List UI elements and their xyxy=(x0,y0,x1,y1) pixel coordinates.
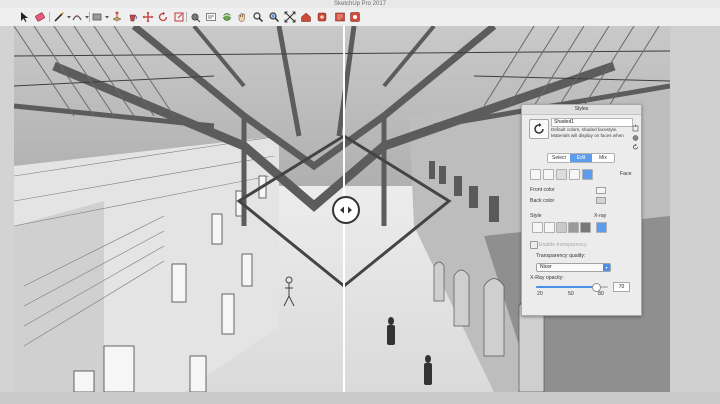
style-thumbnail[interactable] xyxy=(529,119,549,139)
enable-transparency-label: Enable transparency xyxy=(539,242,587,248)
style-description[interactable]: Default colors, shaded facestyle. Materi… xyxy=(551,127,631,138)
left-window-border xyxy=(0,26,14,392)
move-icon[interactable] xyxy=(142,11,154,23)
style-label: Style xyxy=(530,213,542,219)
tape-measure-icon[interactable] xyxy=(190,11,202,23)
tab-select[interactable]: Select xyxy=(548,154,570,162)
pan-hand-icon[interactable] xyxy=(236,11,248,23)
split-compare-handle[interactable] xyxy=(332,196,360,224)
monochrome-style-icon[interactable] xyxy=(580,222,591,233)
xray-toggle-icon[interactable] xyxy=(596,222,607,233)
shaded-style-icon[interactable] xyxy=(556,222,567,233)
shaded-textures-style-icon[interactable] xyxy=(568,222,579,233)
back-color-label: Back color xyxy=(530,198,555,204)
xray-opacity-input[interactable]: 70 xyxy=(613,282,630,292)
tab-edit[interactable]: Edit xyxy=(570,154,592,162)
watermark-settings-icon[interactable] xyxy=(569,169,580,180)
xray-label: X-ray xyxy=(594,213,607,219)
warehouse-icon[interactable] xyxy=(300,11,312,23)
front-color-swatch[interactable] xyxy=(596,187,606,194)
wireframe-style-icon[interactable] xyxy=(532,222,543,233)
style-name-field[interactable]: Shaded1 xyxy=(551,118,633,127)
zoom-magnifier-icon[interactable] xyxy=(252,11,264,23)
refresh-style-icon xyxy=(534,123,544,134)
background-settings-icon[interactable] xyxy=(556,169,567,180)
chevron-down-icon: ▾ xyxy=(603,264,610,271)
scale-icon[interactable] xyxy=(173,11,185,23)
right-window-border xyxy=(670,26,720,392)
sketchup-window: SketchUp Pro 2017 Styles Shaded1 Default… xyxy=(0,0,720,404)
select-arrow-icon[interactable] xyxy=(18,11,30,23)
eraser-icon[interactable] xyxy=(34,11,46,23)
rotate-icon[interactable] xyxy=(157,11,169,23)
bottom-window-border xyxy=(0,392,720,404)
title-bar: SketchUp Pro 2017 xyxy=(0,0,720,8)
paint-bucket-icon[interactable] xyxy=(127,11,139,23)
styles-panel-title: Styles xyxy=(522,105,641,115)
face-settings-icon[interactable] xyxy=(543,169,554,180)
refresh-icon[interactable] xyxy=(632,138,639,156)
layout-send-icon[interactable] xyxy=(334,11,346,23)
scale-label-min: 20 xyxy=(537,291,543,297)
transparency-quality-value: Nicer xyxy=(540,264,552,270)
hidden-line-style-icon[interactable] xyxy=(544,222,555,233)
extension-warehouse-icon[interactable] xyxy=(316,11,328,23)
main-toolbar xyxy=(0,8,720,27)
scale-label-max: 80 xyxy=(598,291,604,297)
front-color-label: Front color xyxy=(530,187,555,193)
extension-manager-icon[interactable] xyxy=(349,11,361,23)
styles-panel: Styles Shaded1 Default colors, shaded fa… xyxy=(521,104,642,316)
tab-mix[interactable]: Mix xyxy=(592,154,614,162)
section-label: Face xyxy=(620,171,632,177)
enable-transparency-checkbox[interactable] xyxy=(530,241,538,249)
back-color-swatch[interactable] xyxy=(596,197,606,204)
zoom-extents-icon[interactable] xyxy=(284,11,296,23)
text-label-icon[interactable] xyxy=(205,11,217,23)
scale-label-mid: 50 xyxy=(568,291,574,297)
left-right-arrows-icon xyxy=(340,206,352,214)
push-pull-icon[interactable] xyxy=(111,11,123,23)
window-title: SketchUp Pro 2017 xyxy=(333,1,387,7)
orbit-icon[interactable] xyxy=(221,11,233,23)
zoom-window-icon[interactable] xyxy=(268,11,280,23)
xray-opacity-label: X-Ray opacity: xyxy=(530,275,564,281)
xray-opacity-slider[interactable] xyxy=(536,283,608,292)
transparency-quality-select[interactable]: Nicer ▾ xyxy=(536,263,611,272)
modeling-settings-icon[interactable] xyxy=(582,169,593,180)
transparency-quality-label: Transparency quality: xyxy=(536,253,586,259)
style-tabs: Select Edit Mix xyxy=(547,153,615,163)
xray-opacity-slider-fill xyxy=(536,286,596,288)
edge-settings-icon[interactable] xyxy=(530,169,541,180)
